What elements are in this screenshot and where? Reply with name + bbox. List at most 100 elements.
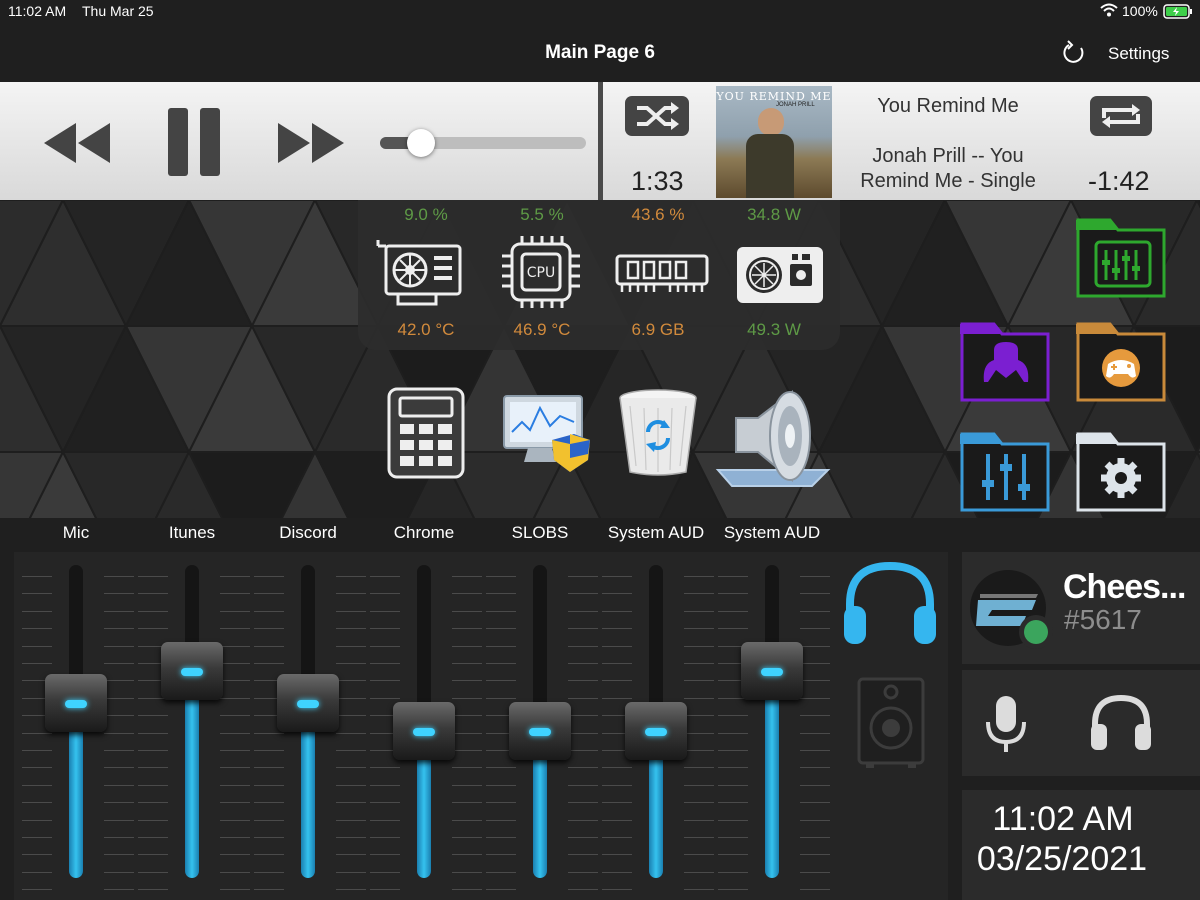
mixer-tick bbox=[718, 802, 748, 804]
recycle-bin-icon[interactable] bbox=[616, 386, 700, 483]
mixer-tick bbox=[22, 784, 52, 786]
mixer-tick bbox=[718, 732, 748, 734]
mixer-tick bbox=[220, 871, 250, 873]
mixer-tick bbox=[486, 645, 516, 647]
mixer-tick bbox=[718, 784, 748, 786]
microphone-icon[interactable] bbox=[984, 694, 1028, 761]
mixer-tick bbox=[104, 854, 134, 856]
mixer-tick bbox=[22, 802, 52, 804]
fast-forward-icon[interactable] bbox=[276, 120, 346, 171]
volume-slider[interactable] bbox=[380, 129, 586, 157]
mixer-tick bbox=[602, 593, 632, 595]
mixer-tick bbox=[254, 837, 284, 838]
mixer-tick bbox=[254, 593, 284, 595]
mixer-tick bbox=[22, 837, 52, 838]
mixer-tick bbox=[22, 819, 52, 821]
discord-tag: #5617 bbox=[1064, 604, 1142, 635]
mixer-tick bbox=[800, 732, 830, 734]
mixer-tick bbox=[254, 802, 284, 804]
fader-knob[interactable] bbox=[45, 673, 107, 732]
mixer-tick bbox=[718, 576, 748, 577]
volume-slider-knob[interactable] bbox=[407, 129, 436, 157]
games-folder-icon[interactable] bbox=[1074, 320, 1168, 409]
mixer-tick bbox=[602, 802, 632, 804]
mixer-tick bbox=[684, 750, 714, 751]
calculator-icon[interactable] bbox=[386, 386, 466, 485]
mixer-tick bbox=[138, 593, 168, 595]
mixer-tick bbox=[22, 889, 52, 891]
performance-monitor-icon[interactable] bbox=[498, 392, 594, 479]
mixer-tick bbox=[452, 802, 482, 804]
shuffle-icon[interactable] bbox=[625, 96, 689, 141]
mixer-folder-icon[interactable] bbox=[1074, 216, 1168, 305]
mixer-tick bbox=[486, 628, 516, 630]
battery-percent: 100% bbox=[1122, 3, 1158, 19]
ram-used: 6.9 GB bbox=[631, 320, 685, 339]
mixer-tick bbox=[220, 837, 250, 838]
mixer-tick bbox=[602, 645, 632, 647]
mixer-tick bbox=[370, 593, 400, 595]
deafen-headphones-icon[interactable] bbox=[1088, 692, 1154, 759]
fader-knob[interactable] bbox=[277, 673, 339, 732]
mixer-tick bbox=[370, 889, 400, 891]
fader-knob[interactable] bbox=[161, 642, 223, 701]
mixer-tick bbox=[452, 680, 482, 682]
avatar bbox=[966, 566, 1056, 657]
mixer-tick bbox=[336, 732, 366, 734]
settings-folder-icon[interactable] bbox=[1074, 430, 1168, 519]
mixer-tick bbox=[568, 889, 598, 891]
equalizer-folder-icon[interactable] bbox=[958, 430, 1052, 519]
remaining-time: -1:42 bbox=[1088, 166, 1150, 196]
settings-button[interactable]: Settings bbox=[1108, 44, 1169, 64]
status-date: Thu Mar 25 bbox=[82, 3, 154, 19]
mixer-tick bbox=[718, 750, 748, 751]
fader-knob[interactable] bbox=[393, 701, 455, 760]
mixer-tick bbox=[22, 854, 52, 856]
mixer-tick bbox=[336, 697, 366, 699]
power-total: 49.3 W bbox=[747, 320, 801, 339]
mixer-tick bbox=[452, 593, 482, 595]
mixer-tick bbox=[370, 663, 400, 664]
headphones-output-icon[interactable] bbox=[840, 560, 940, 655]
speaker-icon[interactable] bbox=[712, 388, 834, 495]
mixer-tick bbox=[486, 889, 516, 891]
twitch-folder-icon[interactable] bbox=[958, 320, 1052, 409]
refresh-icon[interactable] bbox=[1060, 38, 1088, 73]
mixer-tick bbox=[602, 819, 632, 821]
mixer-tick bbox=[486, 802, 516, 804]
mixer-tick bbox=[220, 854, 250, 856]
fader-knob[interactable] bbox=[625, 701, 687, 760]
mixer-tick bbox=[22, 732, 52, 734]
fader-led bbox=[761, 668, 783, 677]
channel-label: System AUD bbox=[607, 523, 705, 542]
mixer-tick bbox=[602, 871, 632, 873]
mixer-tick bbox=[370, 697, 400, 699]
mixer-tick bbox=[684, 610, 714, 612]
mixer-tick bbox=[254, 645, 284, 647]
album-art-artist: JONAH PRILL bbox=[776, 102, 815, 108]
mixer-tick bbox=[104, 628, 134, 630]
mixer-tick bbox=[684, 628, 714, 630]
mixer-tick bbox=[104, 889, 134, 891]
channel-label: Chrome bbox=[393, 523, 455, 542]
mixer-tick bbox=[104, 680, 134, 682]
rewind-icon[interactable] bbox=[42, 120, 112, 171]
mixer-tick bbox=[718, 889, 748, 891]
mixer-tick bbox=[568, 837, 598, 838]
ram-icon bbox=[614, 250, 710, 301]
speaker-output-icon[interactable] bbox=[856, 676, 926, 775]
mixer-tick bbox=[602, 854, 632, 856]
mixer-tick bbox=[486, 784, 516, 786]
fader-knob[interactable] bbox=[741, 642, 803, 701]
mixer-tick bbox=[718, 715, 748, 717]
mixer-tick bbox=[220, 732, 250, 734]
fader-knob[interactable] bbox=[509, 701, 571, 760]
mixer-tick bbox=[22, 593, 52, 595]
mixer-tick bbox=[220, 715, 250, 717]
pause-icon[interactable] bbox=[166, 106, 222, 183]
mixer-tick bbox=[254, 610, 284, 612]
repeat-icon[interactable] bbox=[1090, 96, 1152, 141]
mixer-tick bbox=[486, 663, 516, 664]
mixer-tick bbox=[452, 889, 482, 891]
mixer-tick bbox=[718, 628, 748, 630]
